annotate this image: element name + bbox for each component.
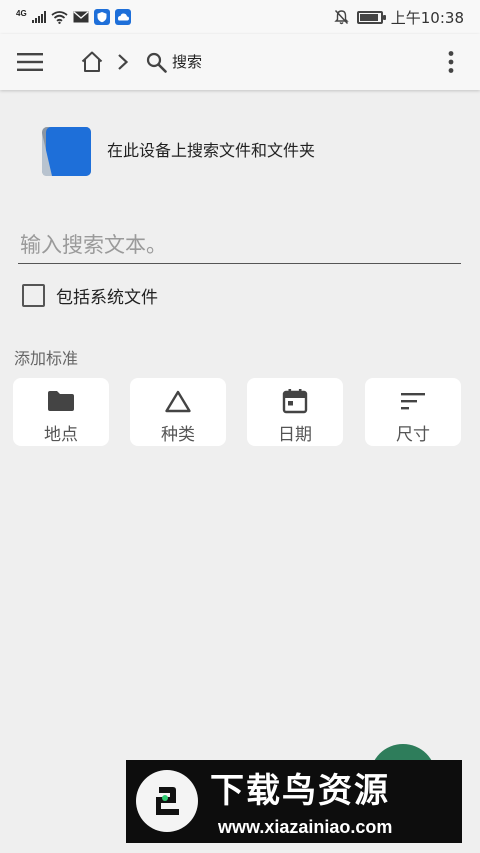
criteria-label: 种类 [161, 425, 195, 445]
clock: 上午10:38 [390, 8, 464, 27]
watermark-url: www.xiazainiao.com [218, 817, 393, 837]
sort-lines-icon [400, 388, 426, 414]
mute-bell-icon [334, 9, 349, 25]
shield-icon [93, 9, 110, 25]
battery-level [359, 13, 378, 21]
calendar-icon [282, 388, 308, 414]
criteria-label: 日期 [278, 425, 312, 445]
watermark-banner: 下载鸟资源 www.xiazainiao.com [126, 760, 462, 843]
criteria-label: 地点 [44, 425, 78, 445]
device-search-icon [42, 127, 91, 176]
home-icon [81, 51, 103, 72]
search-icon [146, 52, 167, 73]
status-right: 上午10:38 [334, 6, 464, 28]
hamburger-icon [17, 53, 43, 71]
checkbox-box[interactable] [22, 283, 45, 307]
more-options-button[interactable] [434, 42, 468, 82]
include-system-files-checkbox[interactable]: 包括系统文件 [22, 282, 158, 308]
criteria-size-button[interactable]: 尺寸 [365, 378, 461, 446]
home-button[interactable] [74, 42, 110, 82]
criteria-location-button[interactable]: 地点 [13, 378, 109, 446]
info-text: 在此设备上搜索文件和文件夹 [107, 141, 316, 160]
app-bar: 搜索 [0, 34, 480, 90]
mail-icon [73, 11, 89, 23]
criteria-type-button[interactable]: 种类 [130, 378, 226, 446]
folder-icon [47, 388, 75, 414]
signal-icon [31, 11, 46, 23]
breadcrumb-label[interactable]: 搜索 [172, 51, 202, 73]
menu-button[interactable] [10, 42, 50, 82]
criteria-label: 尺寸 [396, 425, 430, 445]
breadcrumb-search[interactable] [143, 49, 169, 75]
watermark-title: 下载鸟资源 [210, 771, 390, 811]
criteria-date-button[interactable]: 日期 [247, 378, 343, 446]
search-input[interactable] [18, 226, 461, 264]
criteria-title: 添加标准 [14, 349, 79, 368]
cloud-icon [114, 9, 131, 25]
chevron-right-icon [118, 54, 129, 70]
battery-icon [356, 10, 386, 24]
triangle-icon [164, 388, 192, 414]
status-left: 4G [16, 6, 131, 28]
wifi-icon [51, 10, 68, 24]
watermark-bird-logo [136, 770, 198, 832]
network-type: 4G [16, 9, 27, 18]
breadcrumb-separator [112, 48, 134, 76]
status-bar: 4G 上午10:38 [0, 0, 480, 34]
checkbox-label[interactable]: 包括系统文件 [56, 283, 158, 308]
more-vertical-icon [448, 51, 454, 73]
